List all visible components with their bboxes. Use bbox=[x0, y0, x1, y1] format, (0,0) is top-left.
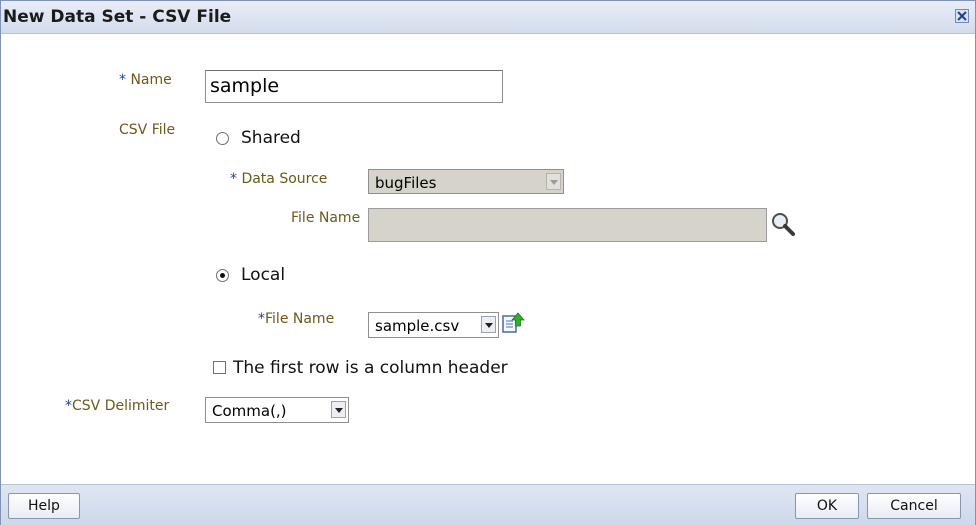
ok-button[interactable]: OK bbox=[795, 493, 859, 519]
cancel-button[interactable]: Cancel bbox=[867, 493, 961, 519]
csv-delimiter-label: *CSV Delimiter bbox=[65, 398, 170, 414]
chevron-down-icon bbox=[335, 408, 343, 413]
name-label: * Name bbox=[119, 72, 172, 88]
shared-file-name-input[interactable] bbox=[368, 208, 767, 242]
local-file-name-label: *File Name bbox=[258, 311, 335, 327]
close-button[interactable] bbox=[955, 9, 969, 23]
name-input[interactable]: sample bbox=[205, 70, 503, 103]
help-button[interactable]: Help bbox=[8, 493, 80, 519]
data-source-dropdown-button[interactable] bbox=[546, 173, 561, 190]
chevron-down-icon bbox=[485, 323, 493, 328]
data-source-label: * Data Source bbox=[230, 171, 328, 187]
shared-radio-label: Shared bbox=[241, 128, 301, 148]
close-icon bbox=[957, 11, 967, 21]
data-source-select[interactable]: bugFiles bbox=[368, 169, 564, 194]
csv-delimiter-select[interactable]: Comma(,) bbox=[205, 397, 349, 423]
local-file-name-dropdown-button[interactable] bbox=[481, 316, 496, 333]
dialog-title: New Data Set - CSV File bbox=[3, 7, 232, 27]
data-source-value: bugFiles bbox=[375, 174, 437, 192]
shared-file-name-label: File Name bbox=[291, 210, 361, 226]
csv-delimiter-dropdown-button[interactable] bbox=[331, 401, 346, 418]
chevron-down-icon bbox=[550, 180, 558, 185]
search-icon[interactable] bbox=[770, 211, 796, 237]
shared-radio[interactable] bbox=[216, 132, 229, 145]
csv-delimiter-value: Comma(,) bbox=[212, 402, 287, 420]
local-radio-label: Local bbox=[241, 265, 286, 285]
column-header-checkbox-label: The first row is a column header bbox=[233, 358, 508, 378]
dialog-footer: Help OK Cancel bbox=[1, 484, 975, 525]
dialog-titlebar: New Data Set - CSV File bbox=[1, 1, 975, 34]
csv-file-label: CSV File bbox=[119, 122, 176, 138]
local-radio[interactable] bbox=[216, 269, 229, 282]
local-radio-dot bbox=[220, 273, 225, 278]
local-file-name-select[interactable]: sample.csv bbox=[368, 312, 499, 338]
local-file-name-value: sample.csv bbox=[375, 317, 460, 335]
new-data-set-dialog: New Data Set - CSV File * Name sample CS… bbox=[0, 0, 976, 525]
upload-icon[interactable] bbox=[501, 311, 525, 335]
column-header-checkbox[interactable] bbox=[213, 361, 226, 374]
